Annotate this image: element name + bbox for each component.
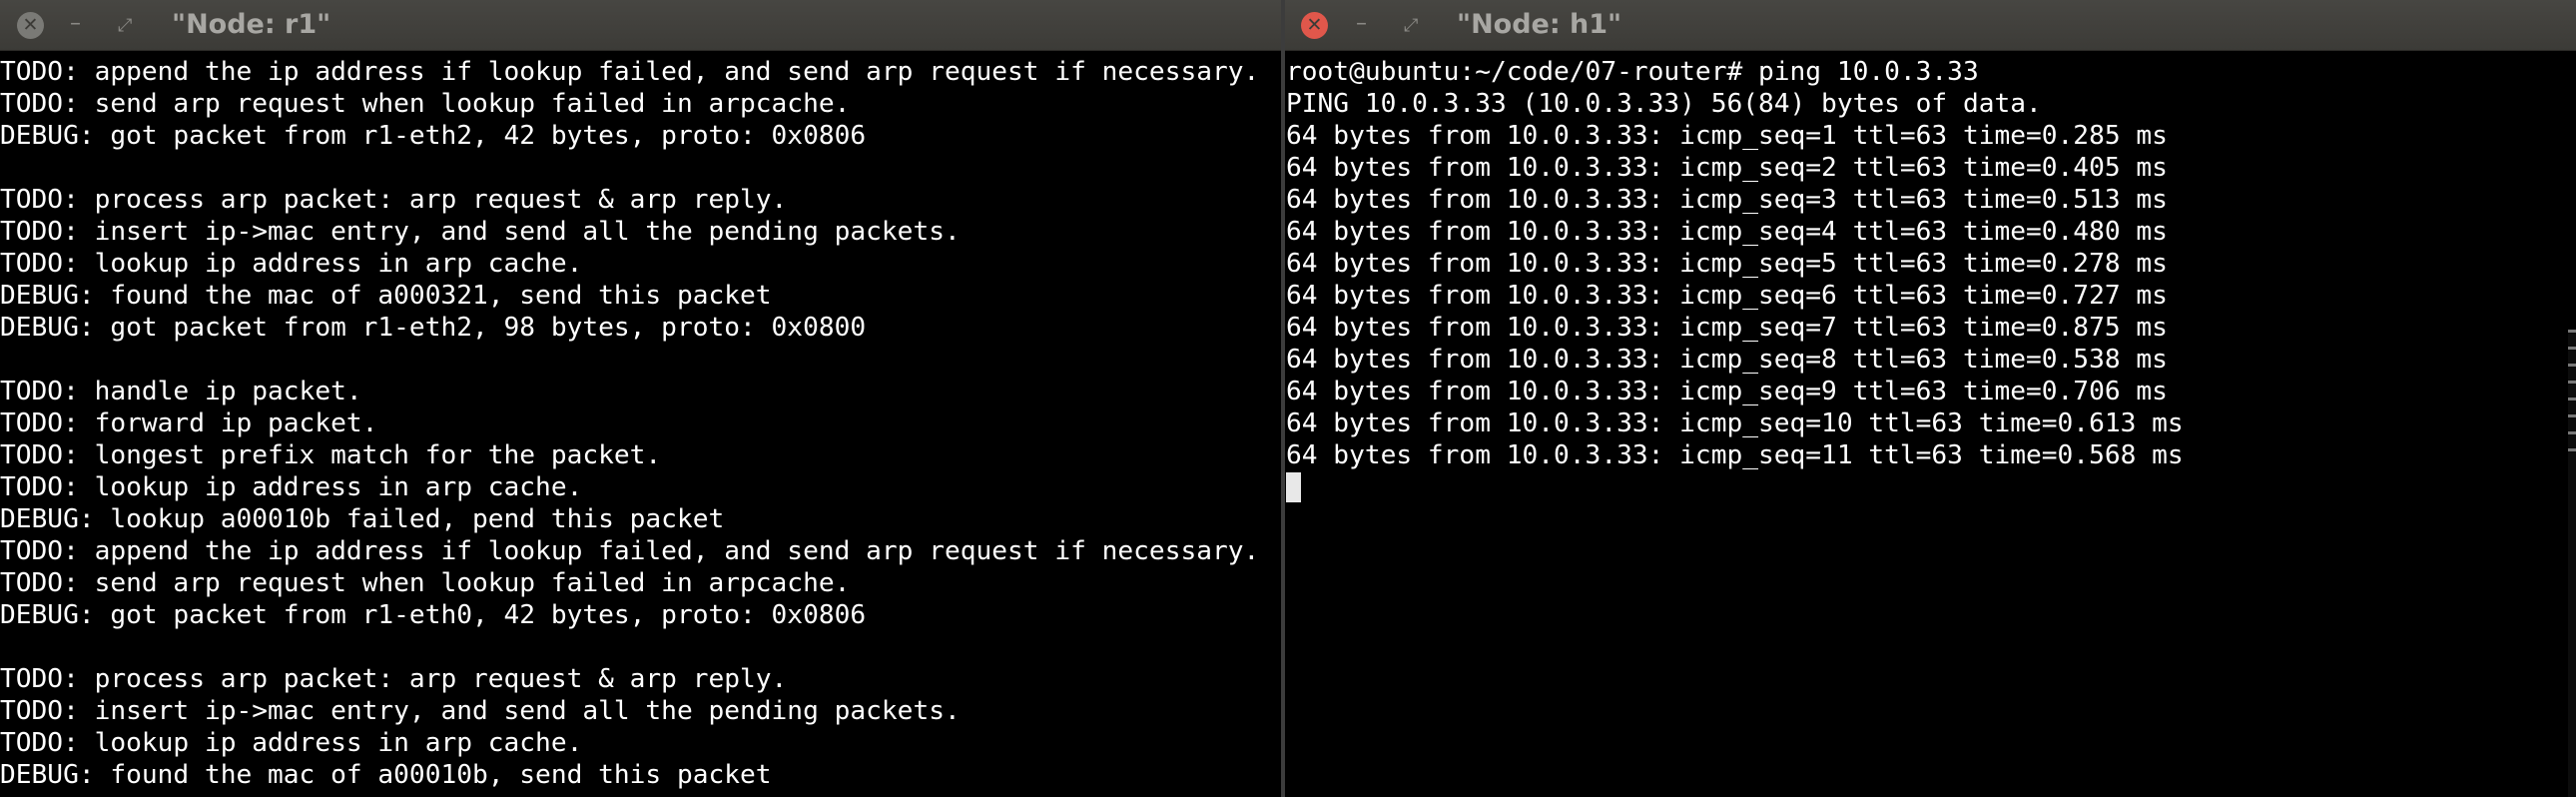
terminal-output-h1[interactable]: root@ubuntu:~/code/07-router# ping 10.0.… (1286, 56, 2576, 797)
terminal-line: 64 bytes from 10.0.3.33: icmp_seq=5 ttl=… (1286, 249, 2168, 279)
terminal-window-r1[interactable]: ✕ – ⤢ "Node: r1" TODO: append the ip add… (0, 0, 1281, 797)
terminal-line: TODO: lookup ip address in arp cache. (0, 472, 583, 502)
terminal-line: TODO: process arp packet: arp request & … (0, 185, 788, 215)
terminal-line: 64 bytes from 10.0.3.33: icmp_seq=8 ttl=… (1286, 345, 2168, 375)
text-cursor (1286, 472, 1301, 502)
terminal-line: TODO: lookup ip address in arp cache. (0, 249, 583, 279)
minimize-icon[interactable]: – (70, 10, 81, 38)
terminal-line: DEBUG: found the mac of a000321, send th… (0, 281, 772, 311)
terminal-line: TODO: process arp packet: arp request & … (0, 664, 788, 694)
titlebar-r1[interactable]: ✕ – ⤢ "Node: r1" (0, 0, 1281, 51)
terminal-line: root@ubuntu:~/code/07-router# ping 10.0.… (1286, 57, 1979, 87)
terminal-line: 64 bytes from 10.0.3.33: icmp_seq=9 ttl=… (1286, 377, 2168, 406)
terminal-line: TODO: append the ip address if lookup fa… (0, 57, 1260, 87)
terminal-window-h1[interactable]: ✕ – ⤢ "Node: h1" root@ubuntu:~/code/07-r… (1285, 0, 2576, 797)
terminal-line: TODO: send arp request when lookup faile… (0, 89, 851, 119)
terminal-line: 64 bytes from 10.0.3.33: icmp_seq=10 ttl… (1286, 408, 2184, 438)
terminal-line: TODO: append the ip address if lookup fa… (0, 536, 1260, 566)
terminal-line: DEBUG: got packet from r1-eth2, 42 bytes… (0, 121, 867, 151)
close-icon[interactable]: ✕ (1301, 12, 1328, 39)
window-title-r1: "Node: r1" (172, 9, 331, 40)
terminal-line: 64 bytes from 10.0.3.33: icmp_seq=1 ttl=… (1286, 121, 2168, 151)
terminal-line: TODO: handle ip packet. (0, 377, 362, 406)
terminal-line: 64 bytes from 10.0.3.33: icmp_seq=6 ttl=… (1286, 281, 2168, 311)
window-title-h1: "Node: h1" (1457, 9, 1622, 40)
titlebar-h1[interactable]: ✕ – ⤢ "Node: h1" (1285, 0, 2576, 51)
terminal-line: 64 bytes from 10.0.3.33: icmp_seq=2 ttl=… (1286, 153, 2168, 183)
close-icon[interactable]: ✕ (17, 12, 44, 39)
terminal-line: 64 bytes from 10.0.3.33: icmp_seq=3 ttl=… (1286, 185, 2168, 215)
terminal-line: DEBUG: found the mac of a00010b, send th… (0, 760, 772, 790)
terminal-line: TODO: forward ip packet. (0, 408, 378, 438)
terminal-output-r1[interactable]: TODO: append the ip address if lookup fa… (0, 56, 1281, 797)
terminal-line: DEBUG: lookup a00010b failed, pend this … (0, 504, 725, 534)
terminal-line: PING 10.0.3.33 (10.0.3.33) 56(84) bytes … (1286, 89, 2042, 119)
terminal-line: TODO: lookup ip address in arp cache. (0, 728, 583, 758)
terminal-line: TODO: insert ip->mac entry, and send all… (0, 696, 961, 726)
terminal-line: TODO: send arp request when lookup faile… (0, 568, 851, 598)
terminal-line: DEBUG: got packet from r1-eth0, 42 bytes… (0, 600, 867, 630)
maximize-icon[interactable]: ⤢ (118, 12, 132, 40)
terminal-line: 64 bytes from 10.0.3.33: icmp_seq=4 ttl=… (1286, 217, 2168, 247)
minimize-icon[interactable]: – (1356, 10, 1367, 38)
prompt-line[interactable] (1286, 471, 2576, 503)
scrollbar[interactable] (2568, 330, 2576, 797)
terminal-line: DEBUG: got packet from r1-eth2, 98 bytes… (0, 313, 867, 343)
terminal-line: TODO: insert ip->mac entry, and send all… (0, 217, 961, 247)
terminal-line: TODO: longest prefix match for the packe… (0, 440, 662, 470)
terminal-line: 64 bytes from 10.0.3.33: icmp_seq=11 ttl… (1286, 440, 2184, 470)
terminal-line: 64 bytes from 10.0.3.33: icmp_seq=7 ttl=… (1286, 313, 2168, 343)
maximize-icon[interactable]: ⤢ (1404, 12, 1418, 40)
